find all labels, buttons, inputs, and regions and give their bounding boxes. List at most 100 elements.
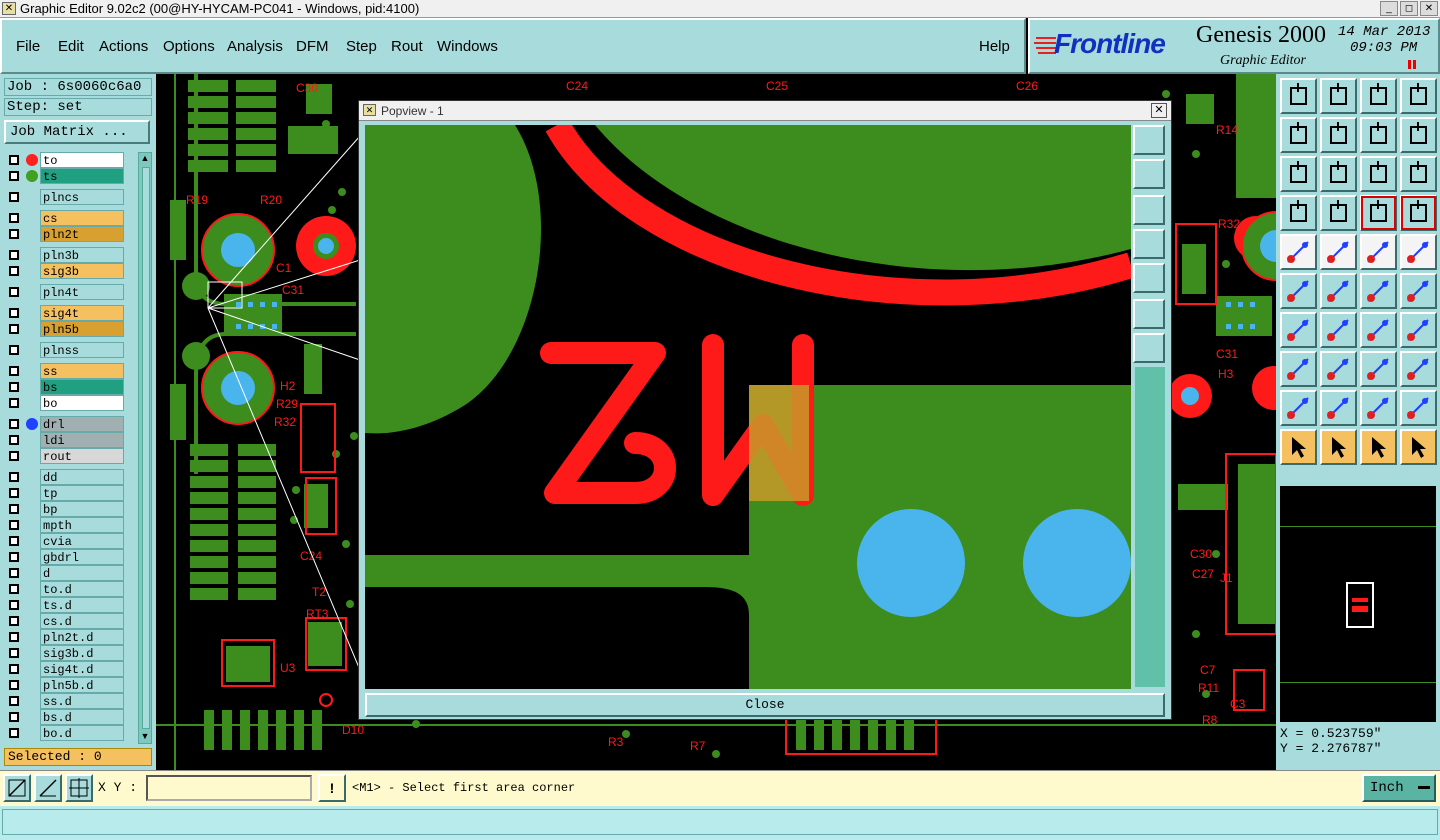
layer-row-sig4t-d[interactable]: sig4t.d: [4, 661, 126, 677]
arch-arrow-button[interactable]: [1400, 390, 1437, 426]
zoom-home-button[interactable]: [1280, 78, 1317, 114]
layer-row-sig3b-d[interactable]: sig3b.d: [4, 645, 126, 661]
layer-row-cs[interactable]: cs: [4, 210, 126, 226]
layer-name[interactable]: cvia: [40, 533, 124, 549]
popview-pan-down-button[interactable]: [1133, 195, 1165, 225]
fit-profile-button[interactable]: [1320, 156, 1357, 192]
layer-name[interactable]: pln4t: [40, 284, 124, 300]
layer-name[interactable]: to: [40, 152, 124, 168]
snap-grid-icon[interactable]: [65, 774, 93, 802]
layer-name[interactable]: bo.d: [40, 725, 124, 741]
layer-row-pln5b-d[interactable]: pln5b.d: [4, 677, 126, 693]
layer-checkbox[interactable]: [9, 398, 19, 408]
scroll-up-icon[interactable]: ▲: [140, 153, 150, 163]
layer-name[interactable]: pln5b.d: [40, 677, 124, 693]
layer-name[interactable]: sig4t: [40, 305, 124, 321]
layer-name[interactable]: ss: [40, 363, 124, 379]
layer-row-bo[interactable]: bo: [4, 395, 126, 411]
menu-rout[interactable]: Rout: [391, 38, 423, 55]
menu-edit[interactable]: Edit: [58, 38, 84, 55]
select-arrow-button[interactable]: [1280, 429, 1317, 465]
arch-tool-button[interactable]: [1360, 390, 1397, 426]
layer-name[interactable]: tp: [40, 485, 124, 501]
layer-name[interactable]: to.d: [40, 581, 124, 597]
layer-checkbox[interactable]: [9, 696, 19, 706]
layer-name[interactable]: ldi: [40, 432, 124, 448]
layer-name[interactable]: pln5b: [40, 321, 124, 337]
pan-right-button[interactable]: [1320, 117, 1357, 153]
alert-icon[interactable]: !: [318, 774, 346, 802]
layer-row-ts-d[interactable]: ts.d: [4, 597, 126, 613]
fit-all-button[interactable]: [1280, 156, 1317, 192]
layer-checkbox[interactable]: [9, 171, 19, 181]
layer-name[interactable]: rout: [40, 448, 124, 464]
layer-name[interactable]: bo: [40, 395, 124, 411]
layer-name[interactable]: pln3b: [40, 247, 124, 263]
layer-checkbox[interactable]: [9, 308, 19, 318]
layer-checkbox[interactable]: [9, 680, 19, 690]
select-box-button[interactable]: [1320, 429, 1357, 465]
layer-row-ldi[interactable]: ldi: [4, 432, 126, 448]
line-draw-button[interactable]: [1320, 312, 1357, 348]
layer-row-to-d[interactable]: to.d: [4, 581, 126, 597]
route-path-button[interactable]: [1400, 429, 1437, 465]
layer-row-to[interactable]: to: [4, 152, 126, 168]
measure-icon[interactable]: [34, 774, 62, 802]
layer-checkbox[interactable]: [9, 568, 19, 578]
layer-name[interactable]: mpth: [40, 517, 124, 533]
popview-pan-right-button[interactable]: [1133, 263, 1165, 293]
layer-checkbox[interactable]: [9, 419, 19, 429]
triangle-tool-button[interactable]: [1280, 390, 1317, 426]
layer-name[interactable]: bp: [40, 501, 124, 517]
layer-name[interactable]: cs.d: [40, 613, 124, 629]
zoom-out-step-button[interactable]: [1320, 78, 1357, 114]
menu-file[interactable]: File: [16, 38, 40, 55]
layer-row-bp[interactable]: bp: [4, 501, 126, 517]
snap-center-button[interactable]: [1400, 234, 1437, 270]
layer-checkbox[interactable]: [9, 324, 19, 334]
menu-step[interactable]: Step: [346, 38, 377, 55]
scroll-thumb[interactable]: [142, 167, 150, 729]
layer-compare-button[interactable]: [1400, 195, 1437, 231]
units-select[interactable]: Inch: [1362, 774, 1436, 802]
layer-row-ss-d[interactable]: ss.d: [4, 693, 126, 709]
layer-checkbox[interactable]: [9, 287, 19, 297]
navigator-view-box[interactable]: [1346, 582, 1374, 628]
layer-name[interactable]: pln2t: [40, 226, 124, 242]
layer-checkbox[interactable]: [9, 472, 19, 482]
layer-checkbox[interactable]: [9, 192, 19, 202]
layer-row-rout[interactable]: rout: [4, 448, 126, 464]
layer-row-sig3b[interactable]: sig3b: [4, 263, 126, 279]
layer-row-mpth[interactable]: mpth: [4, 517, 126, 533]
layer-checkbox[interactable]: [9, 435, 19, 445]
home-view-button[interactable]: [1360, 78, 1397, 114]
layer-row-drl[interactable]: drl: [4, 416, 126, 432]
navigator-window[interactable]: [1280, 486, 1436, 722]
layer-checkbox[interactable]: [9, 520, 19, 530]
cluster-button[interactable]: [1400, 351, 1437, 387]
layer-checkbox[interactable]: [9, 504, 19, 514]
layer-checkbox[interactable]: [9, 266, 19, 276]
layer-row-plnss[interactable]: plnss: [4, 342, 126, 358]
menu-actions[interactable]: Actions: [99, 38, 148, 55]
layer-name[interactable]: plnss: [40, 342, 124, 358]
layer-checkbox[interactable]: [9, 664, 19, 674]
layer-checkbox[interactable]: [9, 366, 19, 376]
grid-button[interactable]: [1320, 195, 1357, 231]
layer-checkbox[interactable]: [9, 155, 19, 165]
popview-canvas[interactable]: [365, 125, 1131, 689]
help-query-button[interactable]: [1400, 156, 1437, 192]
layer-checkbox[interactable]: [9, 728, 19, 738]
layer-checkbox[interactable]: [9, 345, 19, 355]
popview-pan-left-button[interactable]: [1133, 229, 1165, 259]
select-highlight-button[interactable]: [1360, 429, 1397, 465]
layer-checkbox[interactable]: [9, 250, 19, 260]
connect-node-button[interactable]: [1280, 273, 1317, 309]
close-window-button[interactable]: ✕: [1420, 1, 1438, 16]
expand-box-button[interactable]: [1360, 351, 1397, 387]
mirror-button[interactable]: [1360, 117, 1397, 153]
layer-name[interactable]: d: [40, 565, 124, 581]
layer-row-plncs[interactable]: plncs: [4, 189, 126, 205]
scroll-down-icon[interactable]: ▼: [140, 731, 150, 741]
layer-row-cs-d[interactable]: cs.d: [4, 613, 126, 629]
